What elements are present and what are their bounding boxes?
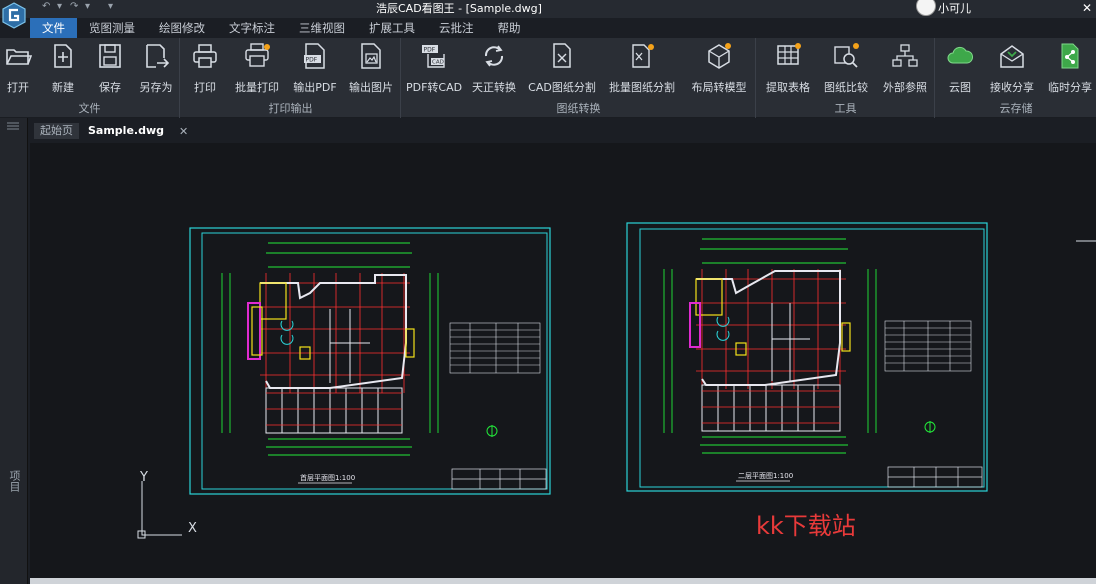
receive-envelope-icon: [1000, 45, 1024, 68]
title-block: [451, 468, 547, 490]
tab-help[interactable]: 帮助: [486, 18, 533, 38]
share-file-icon: [1061, 43, 1079, 69]
receive-share-button[interactable]: 接收分享: [986, 42, 1038, 94]
compare-drawings-button[interactable]: 图纸比较: [819, 42, 873, 94]
pdf-to-cad-icon: PDF CAD: [422, 45, 445, 68]
svg-text:PDF: PDF: [424, 47, 436, 54]
print-button[interactable]: 打印: [187, 42, 223, 94]
user-avatar[interactable]: [916, 0, 936, 16]
ribbon: 打开 新建 保存 另存为 文件 打印 批量打印 PDF 输出PDF 输出图片 打…: [0, 38, 1096, 118]
ribbon-group-label: 文件: [78, 102, 101, 115]
user-name[interactable]: 小可儿: [938, 0, 971, 16]
drawing-svg: Y X 首层平面图1:100 二层平面图1:100: [137, 222, 1096, 539]
cad-split-button[interactable]: CAD图纸分割: [526, 42, 598, 94]
tab-view-measure[interactable]: 览图测量: [77, 18, 147, 38]
tangent-convert-button[interactable]: 天正转换: [468, 42, 520, 94]
export-pdf-button[interactable]: PDF 输出PDF: [289, 42, 341, 94]
printer-icon: [193, 44, 217, 68]
save-as-button[interactable]: 另存为: [134, 42, 178, 94]
export-image-button[interactable]: 输出图片: [345, 42, 397, 94]
layout-to-model-button[interactable]: 布局转模型: [686, 42, 752, 94]
ribbon-group-cloud-storage: 云图 接收分享 临时分享 云存储: [936, 38, 1096, 118]
cloud-icon: [947, 46, 973, 64]
drawing-1-title: 首层平面图1:100: [300, 473, 355, 482]
save-as-icon: [146, 44, 170, 68]
image-file-icon: [361, 43, 381, 69]
floor-plan-1: [221, 242, 439, 456]
new-file-icon: [54, 44, 72, 68]
menu-bar: 文件 览图测量 绘图修改 文字标注 三维视图 扩展工具 云批注 帮助: [30, 18, 533, 38]
close-tab-icon[interactable]: ✕: [179, 125, 188, 138]
tab-cloud-annotation[interactable]: 云批注: [427, 18, 486, 38]
customize-toolbar-icon[interactable]: ▾: [108, 1, 113, 12]
drawing-canvas[interactable]: Y X 首层平面图1:100 二层平面图1:100: [30, 143, 1096, 579]
external-reference-button[interactable]: 外部参照: [877, 42, 933, 94]
tab-draw-modify[interactable]: 绘图修改: [147, 18, 217, 38]
batch-split-icon: [632, 44, 654, 68]
tab-extension-tools[interactable]: 扩展工具: [357, 18, 427, 38]
title-block: [887, 466, 983, 488]
tab-text-dimension[interactable]: 文字标注: [217, 18, 287, 38]
batch-printer-icon: [245, 43, 270, 67]
tab-start-page[interactable]: 起始页: [34, 123, 79, 139]
drawing-2-title: 二层平面图1:100: [738, 472, 793, 480]
app-logo-icon[interactable]: [0, 0, 28, 30]
temporary-share-button[interactable]: 临时分享: [1044, 42, 1096, 94]
tab-3d-view[interactable]: 三维视图: [287, 18, 357, 38]
folder-open-icon: [6, 49, 33, 65]
pdf-to-cad-button[interactable]: PDF CAD PDF转CAD: [406, 42, 462, 94]
table-icon: [777, 43, 801, 65]
left-sidebar: 项目: [0, 118, 28, 584]
redo-dropdown-icon[interactable]: ▾: [85, 1, 90, 12]
tab-sample-dwg[interactable]: Sample.dwg: [82, 123, 171, 139]
save-icon: [99, 44, 121, 68]
redo-icon[interactable]: ↷: [70, 1, 78, 12]
ribbon-group-print-output: 打印 批量打印 PDF 输出PDF 输出图片 打印输出: [181, 38, 401, 118]
pdf-file-icon: PDF: [304, 43, 325, 69]
drawing-sheet-1[interactable]: 首层平面图1:100: [189, 227, 551, 495]
title-bar: ↶ ▾ ↷ ▾ ▾ 浩辰CAD看图王 - [Sample.dwg] 小可儿 ✕: [0, 0, 1096, 29]
ribbon-group-label: 打印输出: [268, 102, 313, 115]
batch-split-button[interactable]: 批量图纸分割: [604, 42, 680, 94]
split-drawing-icon: [553, 43, 571, 68]
ribbon-group-drawing-conversion: PDF CAD PDF转CAD 天正转换 CAD图纸分割 批量图纸分割 布局转模型…: [402, 38, 756, 118]
convert-arrows-icon: [484, 45, 504, 67]
compare-icon: [834, 43, 859, 68]
ribbon-group-tools: 提取表格 图纸比较 外部参照 工具: [757, 38, 935, 118]
close-icon[interactable]: ✕: [1078, 0, 1096, 18]
ribbon-group-label: 图纸转换: [556, 102, 601, 115]
axis-y-label: Y: [139, 470, 148, 485]
extract-table-button[interactable]: 提取表格: [761, 42, 815, 94]
save-button[interactable]: 保存: [90, 42, 130, 94]
document-tabs: 起始页 Sample.dwg ✕: [28, 122, 188, 140]
axis-x-label: X: [188, 521, 197, 536]
undo-icon[interactable]: ↶: [42, 1, 50, 12]
new-button[interactable]: 新建: [42, 42, 84, 94]
ribbon-group-label: 工具: [834, 102, 857, 115]
layout-tabs-bar[interactable]: [30, 578, 1096, 584]
ribbon-group-label: 云存储: [999, 102, 1033, 115]
drawing-sheet-2[interactable]: 二层平面图1:100: [626, 222, 988, 492]
ribbon-group-file: 打开 新建 保存 另存为 文件: [0, 38, 180, 118]
open-button[interactable]: 打开: [0, 42, 36, 94]
layout-model-icon: [708, 43, 731, 69]
project-panel-toggle[interactable]: 项目: [6, 470, 22, 492]
svg-text:CAD: CAD: [432, 60, 444, 66]
ucs-axis-icon: Y X: [137, 470, 197, 539]
xref-icon: [892, 44, 918, 67]
cloud-drawing-button[interactable]: 云图: [940, 42, 980, 94]
svg-text:PDF: PDF: [306, 57, 318, 64]
legend-table: [449, 322, 541, 374]
batch-print-button[interactable]: 批量打印: [231, 42, 283, 94]
panel-menu-icon[interactable]: [6, 122, 20, 130]
watermark-text: kk下载站: [756, 512, 856, 540]
legend-table: [884, 320, 972, 372]
tab-file[interactable]: 文件: [30, 18, 77, 38]
undo-dropdown-icon[interactable]: ▾: [57, 1, 62, 12]
window-title: 浩辰CAD看图王 - [Sample.dwg]: [376, 2, 542, 15]
floor-plan-2: [663, 238, 877, 454]
